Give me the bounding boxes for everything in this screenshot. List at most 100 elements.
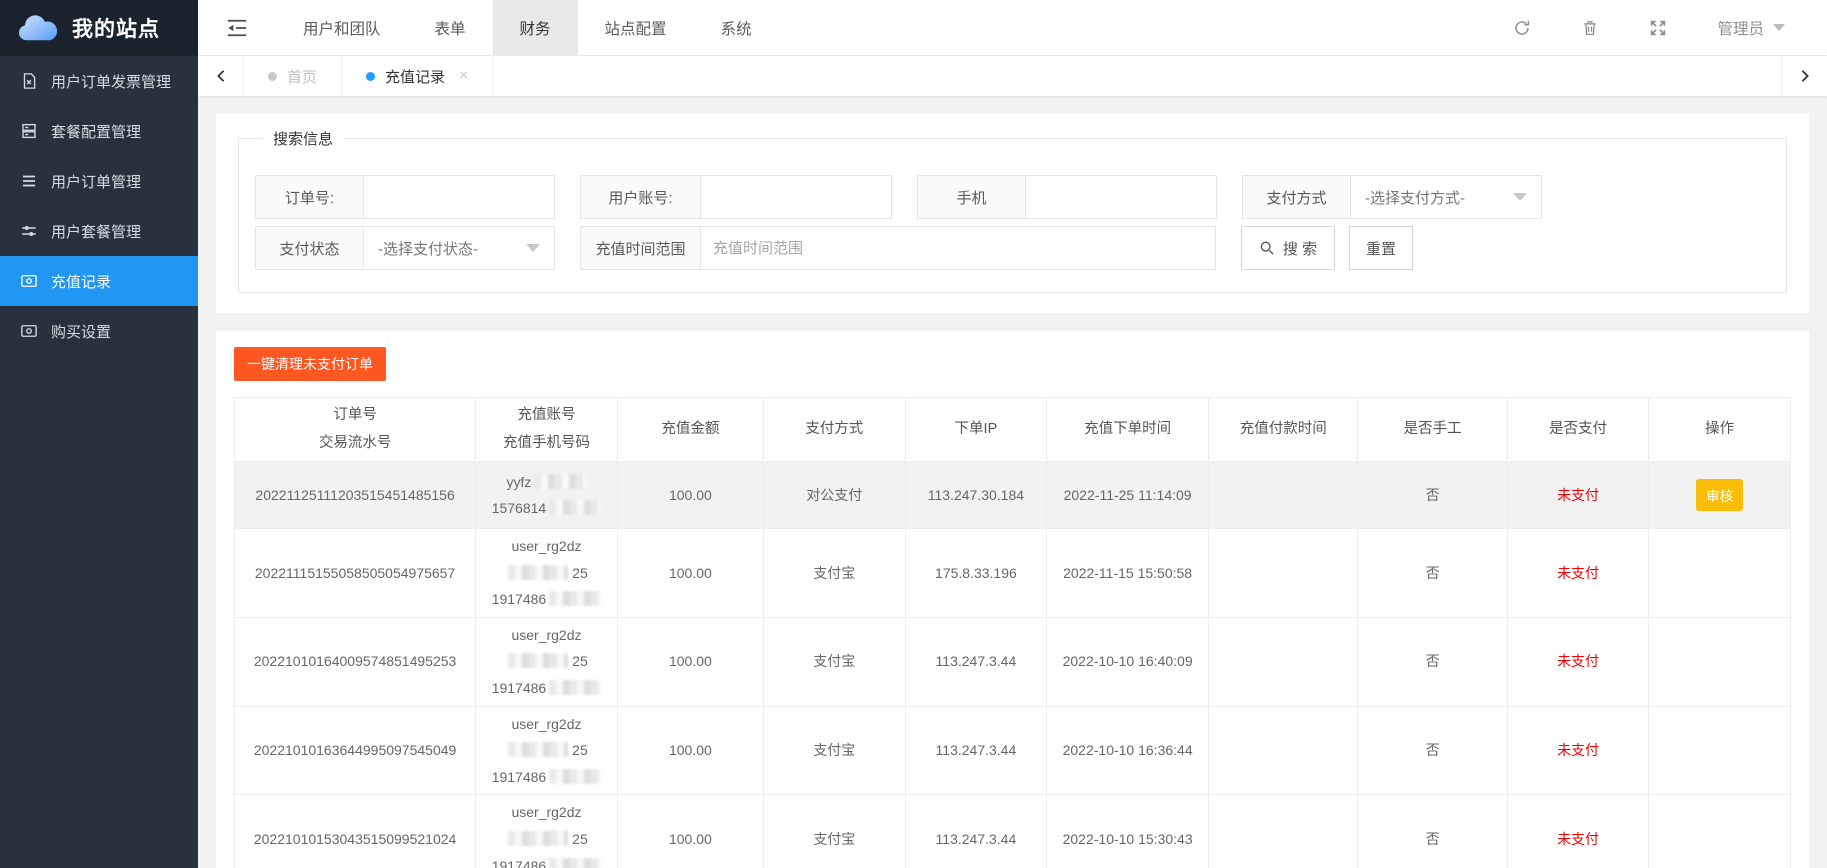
tab-close-icon[interactable]: × [459, 68, 468, 84]
sidebar: 我的站点 用户订单发票管理 套餐配置管理 用户订单管理 用户套餐管理 充值记录 [0, 0, 198, 868]
user-account-label: 用户账号: [581, 176, 701, 218]
time-range-input[interactable] [701, 227, 1215, 269]
redacted-text [549, 857, 602, 868]
table-header-row: 订单号 交易流水号 充值账号 充值手机号码 充值金额 支付方式 下单IP 充值下单时… [233, 396, 1791, 463]
ip-cell: 175.8.33.196 [904, 528, 1048, 618]
pay-status-group: 支付状态 -选择支付状态- [255, 226, 555, 270]
records-panel: 一键清理未支付订单 订单号 交易流水号 充值账号 充值手机号码 充值金额 支付方式 … [216, 331, 1809, 868]
cloud-logo-icon [18, 15, 58, 41]
tab-recharge-records[interactable]: 充值记录 × [342, 56, 494, 96]
redacted-text [549, 768, 602, 784]
col-account: 充值账号 充值手机号码 [475, 396, 618, 463]
col-order-ip: 下单IP [904, 396, 1048, 463]
menu-collapse-icon [227, 19, 247, 36]
col-pay-time: 充值付款时间 [1208, 396, 1359, 463]
nav-item-system[interactable]: 系统 [694, 0, 779, 55]
order-time-cell: 2022-10-10 16:36:44 [1046, 705, 1210, 796]
order-cell: 20221010163644995097545049 [233, 705, 477, 796]
sidebar-item-label: 购买设置 [51, 323, 112, 341]
method-cell: 支付宝 [763, 616, 906, 707]
amount-cell: 100.00 [616, 794, 765, 868]
order-cell: 20221010164009574851495253 [233, 616, 477, 707]
pay-method-group: 支付方式 -选择支付方式- [1242, 175, 1542, 219]
time-range-label: 充值时间范围 [581, 227, 701, 269]
amount-cell: 100.00 [616, 705, 765, 796]
top-navbar: 用户和团队 表单 财务 站点配置 系统 管理员 [198, 0, 1827, 56]
tab-dot [366, 71, 376, 81]
account-cell: user_rg2dz25 1917486 [475, 705, 618, 796]
sidebar-item-purchase-settings[interactable]: 购买设置 [0, 306, 198, 356]
brand[interactable]: 我的站点 [0, 0, 198, 56]
search-row-1: 订单号: 用户账号: 手机 支付方式 -选择支付方式- [255, 175, 1770, 219]
sidebar-item-user-package-manage[interactable]: 用户套餐管理 [0, 206, 198, 256]
paid-status-cell: 未支付 [1506, 528, 1650, 618]
paid-status-cell: 未支付 [1506, 616, 1650, 707]
reset-button[interactable]: 重置 [1349, 226, 1413, 270]
ip-cell: 113.247.3.44 [904, 794, 1048, 868]
actions-cell: 审核 [1648, 461, 1791, 530]
recharge-records-table: 订单号 交易流水号 充值账号 充值手机号码 充值金额 支付方式 下单IP 充值下单时… [233, 396, 1791, 868]
sidebar-item-recharge-records[interactable]: 充值记录 [0, 256, 198, 306]
nav-item-forms[interactable]: 表单 [408, 0, 493, 55]
tabs-scroll-right-button[interactable] [1781, 56, 1827, 96]
search-fieldset: 搜索信息 订单号: 用户账号: 手机 支付方式 -选择支付方式- 支付状态 -选… [238, 128, 1787, 293]
time-range-group: 充值时间范围 [580, 226, 1216, 270]
method-cell: 对公支付 [763, 461, 906, 530]
user-dropdown[interactable]: 管理员 [1717, 17, 1785, 39]
order-cell: 20221010153043515099521024 [233, 794, 477, 868]
actions-cell [1648, 705, 1791, 796]
method-cell: 支付宝 [763, 528, 906, 618]
order-no-input[interactable] [364, 176, 554, 218]
order-cell: 20221115155058505054975657 [233, 528, 477, 618]
table-row: 20221115155058505054975657 user_rg2dz25 … [233, 528, 1791, 618]
sidebar-item-label: 用户订单管理 [51, 173, 142, 191]
caret-down-icon [1773, 24, 1785, 31]
nav-item-users-teams[interactable]: 用户和团队 [276, 0, 408, 55]
phone-input[interactable] [1026, 176, 1216, 218]
pay-method-select[interactable]: -选择支付方式- [1351, 176, 1541, 218]
nav-item-site-config[interactable]: 站点配置 [578, 0, 694, 55]
manual-cell: 否 [1357, 461, 1508, 530]
sidebar-item-label: 用户套餐管理 [51, 223, 142, 241]
nav-item-finance[interactable]: 财务 [492, 0, 578, 55]
refresh-icon[interactable] [1513, 19, 1531, 37]
sidebar-item-label: 套餐配置管理 [51, 123, 142, 141]
sidebar-item-label: 充值记录 [51, 273, 112, 291]
caret-down-icon [526, 244, 540, 252]
table-row: 20221010163644995097545049 user_rg2dz25 … [233, 705, 1791, 796]
table-row: 20221125111203515451485156 yyfz 1576814 … [233, 461, 1791, 530]
order-list-icon [23, 175, 35, 187]
account-cell: user_rg2dz25 1917486 [475, 794, 618, 868]
tabs-scroll-left-button[interactable] [198, 56, 244, 96]
chevron-left-icon [216, 70, 224, 82]
order-no-group: 订单号: [255, 175, 555, 219]
pay-time-cell [1208, 616, 1359, 707]
actions-cell [1648, 528, 1791, 618]
method-cell: 支付宝 [763, 794, 906, 868]
search-button[interactable]: 搜 索 [1241, 226, 1335, 270]
sidebar-item-invoice-manage[interactable]: 用户订单发票管理 [0, 56, 198, 106]
package-config-icon [22, 123, 36, 139]
paid-status-cell: 未支付 [1506, 461, 1650, 530]
sidebar-collapse-button[interactable] [198, 0, 276, 55]
navbar-actions: 管理员 [1513, 0, 1827, 55]
trash-icon[interactable] [1581, 19, 1599, 37]
order-time-cell: 2022-10-10 16:40:09 [1046, 616, 1210, 707]
col-amount: 充值金额 [616, 396, 765, 463]
user-account-input[interactable] [701, 176, 891, 218]
tab-home[interactable]: 首页 [244, 56, 343, 96]
fullscreen-icon[interactable] [1649, 19, 1667, 37]
pay-time-cell [1208, 794, 1359, 868]
redacted-text [549, 591, 602, 607]
user-name: 管理员 [1717, 20, 1764, 38]
pay-status-select[interactable]: -选择支付状态- [364, 227, 554, 269]
sidebar-item-package-config[interactable]: 套餐配置管理 [0, 106, 198, 156]
money-icon [21, 275, 37, 287]
audit-button[interactable]: 审核 [1696, 479, 1744, 512]
actions-cell [1648, 794, 1791, 868]
pay-time-cell [1208, 705, 1359, 796]
paid-status-cell: 未支付 [1506, 794, 1650, 868]
clear-unpaid-orders-button[interactable]: 一键清理未支付订单 [234, 347, 386, 381]
sidebar-item-order-manage[interactable]: 用户订单管理 [0, 156, 198, 206]
phone-label: 手机 [918, 176, 1026, 218]
